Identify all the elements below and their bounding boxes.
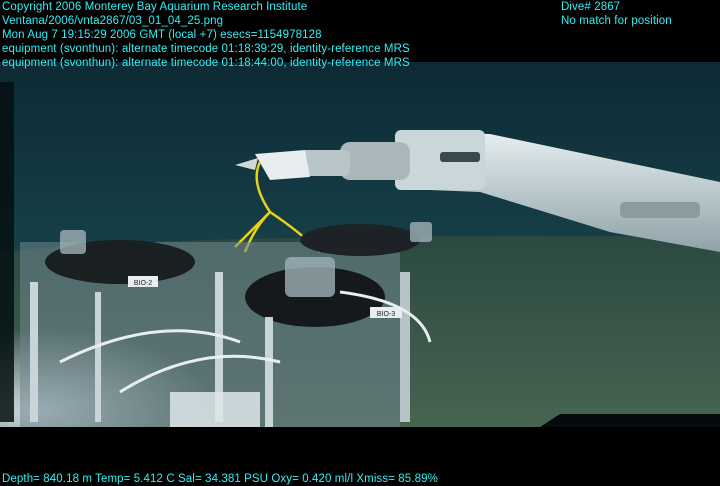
filename-line: Ventana/2006/vnta2867/03_01_04_25.png (2, 15, 224, 27)
vehicle-edge-left (0, 82, 14, 422)
header-overlay-left: Copyright 2006 Monterey Bay Aquarium Res… (2, 0, 410, 70)
video-frame: BIO-2 BIO-3 Copyright 2006 Monterey Bay … (0, 0, 720, 486)
equipment-frame: BIO-2 BIO-3 (20, 222, 432, 427)
underwater-scene: BIO-2 BIO-3 (0, 62, 720, 427)
timestamp-line: Mon Aug 7 19:15:29 2006 GMT (local +7) e… (2, 29, 322, 41)
vehicle-edge-right (540, 414, 720, 427)
sensor-readout-footer: Depth= 840.18 m Temp= 5.412 C Sal= 34.38… (2, 473, 438, 485)
timecode-line-1: equipment (svonthun): alternate timecode… (2, 43, 410, 55)
dive-number: Dive# 2867 (561, 1, 621, 13)
bio-3-label: BIO-3 (377, 311, 395, 318)
position-status: No match for position (561, 15, 672, 27)
timecode-line-2: equipment (svonthun): alternate timecode… (2, 57, 410, 69)
bio-2-label: BIO-2 (134, 280, 152, 287)
header-overlay-right: Dive# 2867 No match for position (561, 0, 672, 28)
copyright-line: Copyright 2006 Monterey Bay Aquarium Res… (2, 1, 308, 13)
